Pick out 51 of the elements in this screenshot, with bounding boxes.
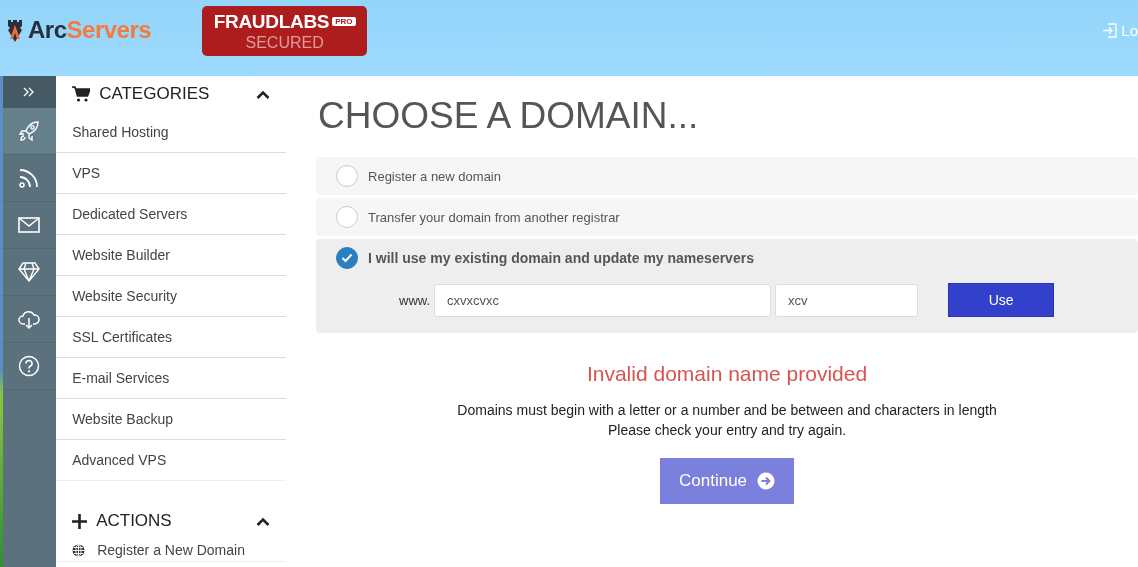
arrow-circle-icon: [757, 472, 776, 490]
tld-input[interactable]: xcv: [775, 283, 919, 317]
error-message: Domains must begin with a letter or a number and be between and characters in length: [457, 401, 997, 420]
expand-button[interactable]: [2, 76, 57, 108]
rail-item[interactable]: [2, 108, 57, 155]
error-message: Please check your entry and try again.: [607, 421, 847, 440]
login-icon: [1102, 23, 1119, 38]
continue-button[interactable]: Continue: [660, 458, 794, 504]
radio-button[interactable]: [336, 206, 358, 228]
badge-subtitle: SECURED: [245, 33, 324, 52]
chevron-icon: [256, 89, 270, 99]
chevron-icon: [256, 516, 270, 526]
section-header[interactable]: CATEGORIES: [56, 76, 286, 112]
domain-option[interactable]: I will use my existing domain and update my nameservers: [316, 239, 1138, 277]
radio-button[interactable]: [336, 165, 358, 187]
diamond-icon: [18, 262, 41, 282]
globe-icon: [72, 543, 86, 557]
sidebar-item[interactable]: Website Security: [56, 276, 286, 317]
help-icon: [18, 355, 41, 377]
double-chevron-icon: [23, 87, 36, 97]
sidebar-item[interactable]: Shared Hosting: [56, 112, 286, 153]
mail-icon: [18, 217, 41, 233]
sidebar-item[interactable]: Advanced VPS: [56, 440, 286, 481]
error-title: Invalid domain name provided: [586, 362, 868, 386]
logo[interactable]: ArcServers: [5, 16, 152, 44]
check-icon: [341, 253, 353, 263]
domain-option[interactable]: Register a new domain: [316, 157, 1138, 195]
badge-tag: PRO: [332, 17, 356, 26]
sidebar-item[interactable]: E-mail Services: [56, 358, 286, 399]
sidebar-item[interactable]: SSL Certificates: [56, 317, 286, 358]
use-button[interactable]: Use: [948, 283, 1055, 317]
rocket-icon: [18, 120, 41, 142]
sidebar-item[interactable]: Website Backup: [56, 399, 286, 440]
shield-icon: [5, 17, 25, 43]
domain-input[interactable]: cxvxcvxc: [434, 283, 772, 317]
sidebar-item[interactable]: Dedicated Servers: [56, 194, 286, 235]
logo-text: Arc: [28, 16, 67, 44]
plus-icon: [72, 513, 88, 529]
logo-text: Servers: [66, 16, 152, 44]
section-header[interactable]: ACTIONS: [56, 503, 286, 539]
sidebar-item[interactable]: Register a New Domain: [56, 539, 286, 562]
rss-icon: [18, 167, 41, 189]
badge-title: FRAUDLABS: [213, 10, 330, 33]
domain-option[interactable]: Transfer your domain from another registrar: [316, 198, 1138, 236]
sidebar-item[interactable]: VPS: [56, 153, 286, 194]
cloud-download-icon: [18, 308, 41, 330]
page-title: CHOOSE A DOMAIN...: [318, 95, 700, 137]
sidebar-item[interactable]: Website Builder: [56, 235, 286, 276]
www-label: www.: [399, 292, 431, 308]
radio-button[interactable]: [336, 247, 358, 269]
cart-icon: [72, 86, 91, 102]
